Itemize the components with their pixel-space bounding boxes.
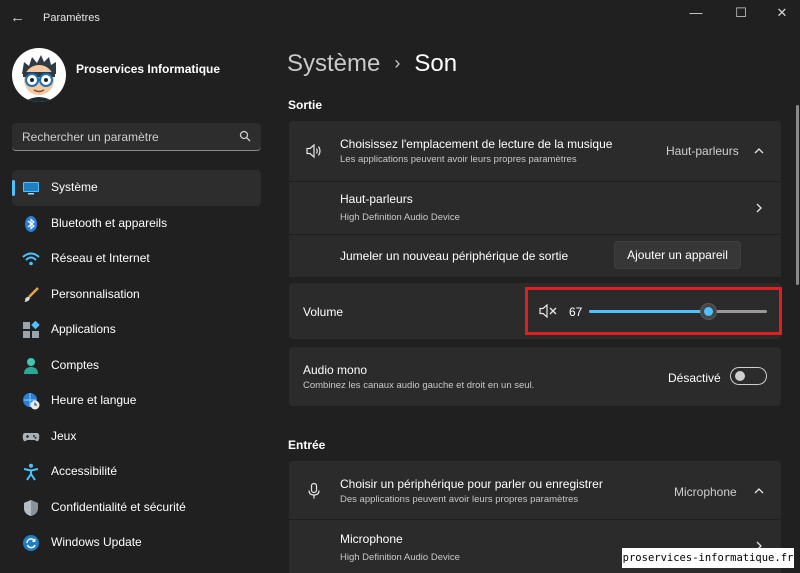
output-location-subtitle: Les applications peuvent avoir leurs pro… xyxy=(340,154,577,165)
mono-audio-subtitle: Combinez les canaux audio gauche et droi… xyxy=(303,380,535,391)
sidebar-item-heure[interactable]: Heure et langue xyxy=(12,383,261,419)
sidebar-item-label: Heure et langue xyxy=(51,393,137,407)
sidebar-item-personnalisation[interactable]: Personnalisation xyxy=(12,277,261,313)
microphone-icon xyxy=(308,482,320,499)
toggle-knob xyxy=(735,371,745,381)
input-choose-title: Choisir un périphérique pour parler ou e… xyxy=(340,477,603,491)
breadcrumb: Système › Son xyxy=(287,50,457,78)
sidebar-item-windows-update[interactable]: Windows Update xyxy=(12,525,261,561)
monitor-icon xyxy=(23,182,39,195)
brush-icon xyxy=(24,286,39,302)
output-device-subtitle: High Definition Audio Device xyxy=(340,212,460,223)
account-name: Proservices Informatique xyxy=(76,62,221,76)
output-pair-row: Jumeler un nouveau périphérique de sorti… xyxy=(289,235,781,277)
page-title: Son xyxy=(414,50,458,77)
sidebar-item-label: Système xyxy=(51,180,98,194)
avatar-cartoon-icon xyxy=(22,55,56,102)
shield-icon xyxy=(24,499,38,516)
mono-audio-toggle[interactable] xyxy=(730,367,767,385)
input-device-title: Microphone xyxy=(340,532,403,546)
sidebar-item-accessibilite[interactable]: Accessibilité xyxy=(12,454,261,490)
input-choose-subtitle: Des applications peuvent avoir leurs pro… xyxy=(340,494,579,505)
sidebar-item-label: Bluetooth et appareils xyxy=(51,215,168,230)
sidebar-item-reseau[interactable]: Réseau et Internet xyxy=(12,241,261,277)
output-device-row[interactable]: Haut-parleurs High Definition Audio Devi… xyxy=(289,182,781,234)
chevron-up-icon[interactable] xyxy=(753,145,765,157)
sidebar-item-label: Personnalisation xyxy=(51,286,140,301)
person-icon xyxy=(24,357,38,374)
chevron-up-icon[interactable] xyxy=(753,485,765,497)
input-device-subtitle: High Definition Audio Device xyxy=(340,552,460,563)
sidebar-item-label: Applications xyxy=(51,322,116,336)
minimize-button[interactable]: — xyxy=(686,4,706,22)
update-icon xyxy=(23,535,39,551)
input-choose-row[interactable]: Choisir un périphérique pour parler ou e… xyxy=(289,461,781,519)
maximize-button[interactable]: ☐ xyxy=(731,4,751,22)
output-location-row[interactable]: Choisissez l'emplacement de lecture de l… xyxy=(289,121,781,181)
section-label-output: Sortie xyxy=(288,98,323,112)
chevron-right-icon[interactable] xyxy=(753,202,765,214)
search-placeholder: Rechercher un paramètre xyxy=(22,130,159,144)
sidebar-item-comptes[interactable]: Comptes xyxy=(12,348,261,384)
speaker-mute-icon[interactable] xyxy=(539,303,559,319)
sidebar-item-confidentialite[interactable]: Confidentialité et sécurité xyxy=(12,490,261,526)
sidebar-item-systeme[interactable]: Système xyxy=(12,170,261,206)
bluetooth-icon xyxy=(25,215,37,232)
output-device-card: Choisissez l'emplacement de lecture de l… xyxy=(289,121,781,277)
volume-slider[interactable] xyxy=(589,303,767,320)
output-device-title: Haut-parleurs xyxy=(340,192,413,206)
input-choose-value: Microphone xyxy=(674,485,737,499)
sidebar-item-applications[interactable]: Applications xyxy=(12,312,261,348)
section-label-input: Entrée xyxy=(288,438,326,452)
mono-audio-card: Audio mono Combinez les canaux audio gau… xyxy=(289,347,781,406)
sidebar-item-jeux[interactable]: Jeux xyxy=(12,419,261,455)
avatar[interactable] xyxy=(12,48,66,102)
window-title: Paramètres xyxy=(43,12,100,24)
title-bar: ← Paramètres — ☐ ✕ xyxy=(0,0,800,36)
output-location-title: Choisissez l'emplacement de lecture de l… xyxy=(340,137,613,151)
volume-value: 67 xyxy=(569,305,583,319)
wifi-icon xyxy=(22,252,40,266)
volume-slider-thumb[interactable] xyxy=(700,303,717,320)
breadcrumb-parent[interactable]: Système xyxy=(287,50,380,77)
scrollbar[interactable] xyxy=(796,105,799,285)
back-arrow-icon[interactable]: ← xyxy=(10,9,28,27)
mono-audio-state: Désactivé xyxy=(668,371,721,385)
sidebar-item-label: Confidentialité et sécurité xyxy=(51,499,186,514)
sidebar-nav: Système Bluetooth et appareils Réseau et… xyxy=(12,170,261,561)
add-device-button[interactable]: Ajouter un appareil xyxy=(614,241,741,269)
sidebar-item-label: Réseau et Internet xyxy=(51,251,150,265)
mono-audio-title: Audio mono xyxy=(303,363,368,377)
accessibility-icon xyxy=(23,463,39,481)
sidebar-item-label: Accessibilité xyxy=(51,464,118,478)
globe-clock-icon xyxy=(23,393,40,410)
speaker-icon xyxy=(306,143,321,159)
search-input[interactable]: Rechercher un paramètre xyxy=(12,123,261,151)
watermark: proservices-informatique.fr xyxy=(622,548,794,568)
sidebar-item-bluetooth[interactable]: Bluetooth et appareils xyxy=(12,206,261,242)
sidebar-item-label: Windows Update xyxy=(51,535,142,549)
close-button[interactable]: ✕ xyxy=(772,4,792,22)
sidebar-item-label: Jeux xyxy=(51,428,77,443)
volume-slider-fill xyxy=(589,310,708,313)
search-icon[interactable] xyxy=(239,130,251,142)
output-pair-title: Jumeler un nouveau périphérique de sorti… xyxy=(340,249,569,263)
apps-icon xyxy=(23,321,40,338)
output-location-value: Haut-parleurs xyxy=(666,144,739,158)
chevron-right-icon: › xyxy=(394,53,401,73)
gamepad-icon xyxy=(22,432,40,441)
sidebar-item-label: Comptes xyxy=(51,357,100,372)
volume-label: Volume xyxy=(303,305,344,319)
